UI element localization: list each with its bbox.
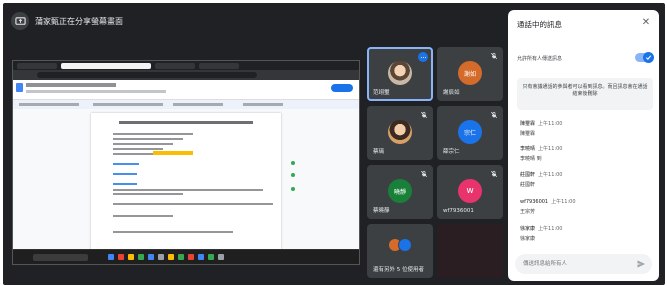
message-sender: wf7936001 [520,199,549,205]
message-text: 莊國軒 [520,182,536,188]
chat-message: wf7936001 上午11:00 王宗芳 [520,198,576,215]
message-time: 上午11:00 [538,226,563,232]
participant-avatar-group [388,238,412,252]
message-sender: 徐家康 [520,226,536,232]
participant-name: wf7936001 [443,208,474,214]
participant-avatar: 謝如 [458,61,482,85]
mic-off-icon [490,170,498,178]
shared-screen [12,60,360,265]
check-icon [643,52,654,63]
allow-messages-toggle[interactable] [635,52,654,63]
mic-off-icon [490,111,498,119]
participant-name: 范翊璽 [373,90,390,96]
doc-header [13,80,359,100]
presentation-banner: 蒲家甄正在分享螢幕畫面 [11,11,123,31]
mic-off-icon [420,111,428,119]
avatar-initial: 謝如 [463,70,476,78]
close-icon[interactable]: ✕ [640,17,652,29]
participant-avatar: w [458,179,482,203]
message-sender: 莊國軒 [520,172,536,178]
present-screen-icon [11,12,29,30]
chat-title: 通話中的訊息 [517,20,562,29]
chat-message: 莊國軒 上午11:00 莊國軒 [520,171,562,188]
chat-input-box [515,254,652,274]
allow-messages-setting: 允許所有人傳送訊息 [517,52,654,65]
more-participants-label: 還有另外 5 位使用者 [373,267,424,273]
participant-avatar [388,61,412,85]
browser-tab-strip [13,61,359,70]
message-sender: 李曉晴 [520,146,536,152]
chat-message: 徐家康 上午11:00 徐家康 [520,225,562,242]
avatar-initial: 宗仁 [463,129,476,137]
video-tile[interactable] [437,224,503,278]
message-time: 上午11:00 [538,172,563,178]
mic-off-icon [420,170,428,178]
browser-address-bar [13,70,359,80]
participant-tile[interactable]: 范翊璽 [367,47,433,101]
participant-avatar: 宗仁 [458,120,482,144]
doc-page [91,113,281,253]
chat-message: 李曉晴 上午11:00 李曉晴 到 [520,145,562,162]
chat-message: 陳璽霖 上午11:00 陳璽霖 [520,120,562,137]
participant-avatar [388,120,412,144]
presentation-label: 蒲家甄正在分享螢幕畫面 [35,16,123,26]
chat-message-input[interactable] [515,254,635,274]
participant-tile[interactable]: 曉靜 蔡曉靜 [367,165,433,219]
message-time: 上午11:00 [538,121,563,127]
message-text: 王宗芳 [520,209,536,215]
os-taskbar [13,249,359,264]
doc-canvas [13,109,359,253]
participant-name: 薛宗仁 [443,149,460,155]
participant-name: 蔡璃 [373,149,385,155]
message-time: 上午11:00 [551,199,576,205]
participant-tile[interactable]: 謝如 謝辰如 [437,47,503,101]
more-options-icon[interactable] [418,52,428,62]
participant-tile[interactable]: 蔡璃 [367,106,433,160]
avatar-initial: 曉靜 [393,188,406,196]
participant-name: 蔡曉靜 [373,208,390,214]
avatar-initial: w [466,186,474,196]
participant-tile[interactable]: w wf7936001 [437,165,503,219]
message-sender: 陳璽霖 [520,121,536,127]
chat-notice: 只有會議通話的參與者可以看到訊息。而且訊息會在通話結束後刪除 [517,78,653,110]
participant-avatar: 曉靜 [388,179,412,203]
participant-name: 謝辰如 [443,90,460,96]
mic-off-icon [490,52,498,60]
message-text: 陳璽霖 [520,131,536,137]
participant-tile[interactable]: 宗仁 薛宗仁 [437,106,503,160]
meet-window: 蒲家甄正在分享螢幕畫面 范翊璽 謝如 謝辰如 蔡璃 宗仁 薛宗仁 曉靜 蔡曉靜 … [3,3,665,285]
allow-messages-label: 允許所有人傳送訊息 [517,56,563,62]
message-time: 上午11:00 [538,146,563,152]
more-participants-tile[interactable]: 還有另外 5 位使用者 [367,224,433,278]
message-text: 李曉晴 到 [520,156,542,162]
send-icon[interactable] [636,259,646,269]
chat-panel: 通話中的訊息 ✕ 允許所有人傳送訊息 只有會議通話的參與者可以看到訊息。而且訊息… [508,10,659,281]
doc-toolbar [13,100,359,109]
message-text: 徐家康 [520,236,536,242]
